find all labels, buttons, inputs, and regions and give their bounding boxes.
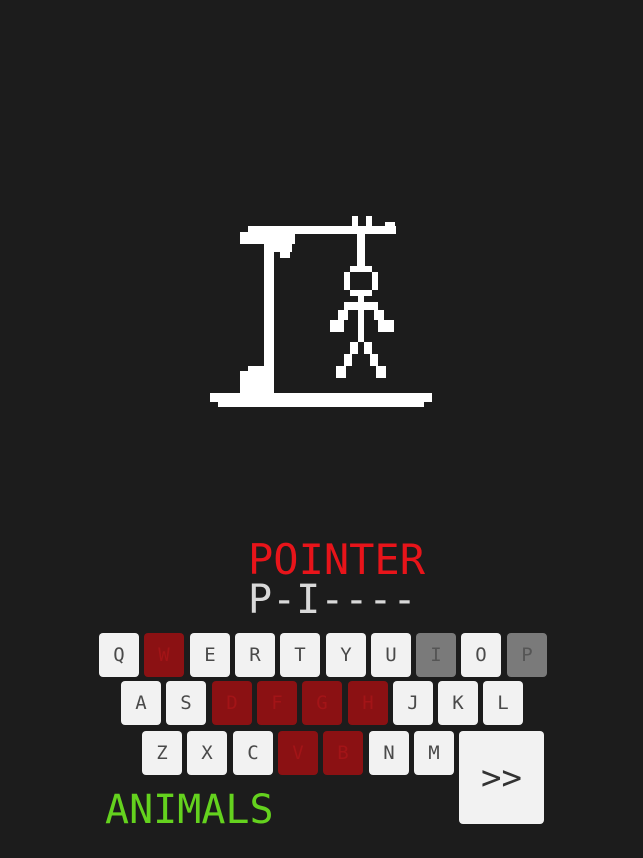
key-j[interactable]: J bbox=[393, 681, 433, 725]
key-c[interactable]: C bbox=[233, 731, 273, 775]
hangman-drawing bbox=[210, 216, 432, 407]
key-s[interactable]: S bbox=[166, 681, 206, 725]
key-u[interactable]: U bbox=[371, 633, 411, 677]
key-t[interactable]: T bbox=[280, 633, 320, 677]
key-g[interactable]: G bbox=[302, 681, 342, 725]
figure-leg-right bbox=[364, 342, 372, 354]
key-n[interactable]: N bbox=[369, 731, 409, 775]
key-h[interactable]: H bbox=[348, 681, 388, 725]
figure-leg-left bbox=[350, 342, 358, 354]
figure-body bbox=[358, 296, 364, 342]
figure-head bbox=[350, 266, 372, 272]
gallows bbox=[210, 216, 432, 407]
key-f[interactable]: F bbox=[257, 681, 297, 725]
category-label: ANIMALS bbox=[105, 787, 274, 833]
stick-figure bbox=[330, 266, 394, 378]
key-i[interactable]: I bbox=[416, 633, 456, 677]
key-q[interactable]: Q bbox=[99, 633, 139, 677]
key-d[interactable]: D bbox=[212, 681, 252, 725]
rope bbox=[357, 234, 365, 266]
key-a[interactable]: A bbox=[121, 681, 161, 725]
gallows-base-shadow bbox=[218, 402, 424, 407]
guess-progress: P-I---- bbox=[248, 577, 417, 623]
key-o[interactable]: O bbox=[461, 633, 501, 677]
key-m[interactable]: M bbox=[414, 731, 454, 775]
next-word-button[interactable]: >> bbox=[459, 731, 544, 824]
key-p[interactable]: P bbox=[507, 633, 547, 677]
key-e[interactable]: E bbox=[190, 633, 230, 677]
key-z[interactable]: Z bbox=[142, 731, 182, 775]
key-y[interactable]: Y bbox=[326, 633, 366, 677]
key-k[interactable]: K bbox=[438, 681, 478, 725]
key-l[interactable]: L bbox=[483, 681, 523, 725]
key-b[interactable]: B bbox=[323, 731, 363, 775]
figure-arm-left bbox=[344, 302, 358, 310]
key-x[interactable]: X bbox=[187, 731, 227, 775]
gallows-pole bbox=[264, 235, 274, 375]
figure-arm-right bbox=[364, 302, 378, 310]
key-v[interactable]: V bbox=[278, 731, 318, 775]
gallows-base bbox=[210, 393, 432, 402]
key-w[interactable]: W bbox=[144, 633, 184, 677]
answer-word: POINTER bbox=[248, 535, 426, 584]
key-r[interactable]: R bbox=[235, 633, 275, 677]
